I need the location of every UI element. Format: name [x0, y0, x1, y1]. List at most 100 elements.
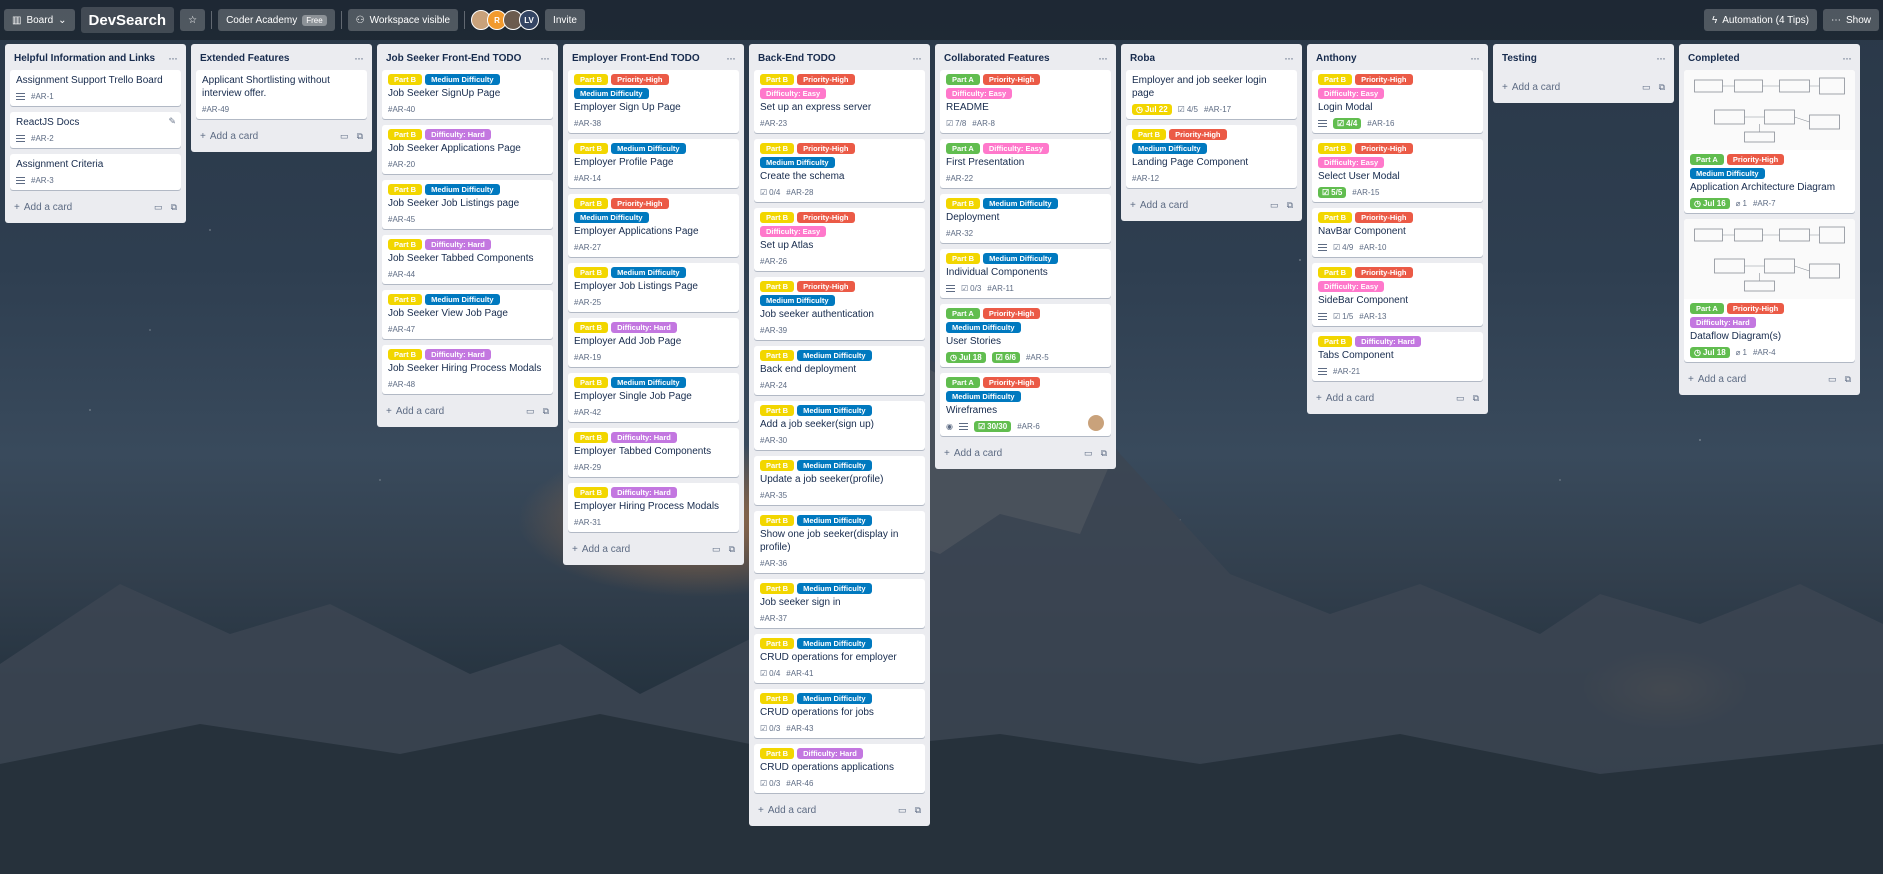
due-date-badge[interactable]: ◷ Jul 18	[1690, 346, 1730, 358]
list-menu-icon[interactable]: ···	[354, 51, 364, 65]
list-title[interactable]: Completed	[1688, 53, 1740, 64]
card-label[interactable]: Part B	[760, 748, 795, 759]
board-view-switcher[interactable]: ▥ Board ⌄	[4, 9, 75, 31]
card-label[interactable]: Difficulty: Hard	[611, 432, 677, 443]
card[interactable]: Part B Priority-High Medium Difficulty Land…	[1126, 125, 1297, 188]
due-date-badge[interactable]: ◷ Jul 16	[1690, 197, 1730, 209]
card-label[interactable]: Part A	[946, 143, 980, 154]
card-label[interactable]: Priority-High	[797, 281, 855, 292]
card-label[interactable]: Priority-High	[982, 74, 1041, 85]
card[interactable]: Part B Priority-High Medium Difficulty Empl…	[568, 194, 739, 257]
list-menu-icon[interactable]: ···	[1098, 51, 1108, 65]
workspace-button[interactable]: Coder Academy Free	[218, 9, 335, 31]
card[interactable]: Part B Priority-High Difficulty: Easy Selec…	[1312, 139, 1483, 202]
card[interactable]: Part B Medium Difficulty Update a job seek…	[754, 456, 925, 505]
card-label[interactable]: Part A	[946, 74, 980, 85]
card-label[interactable]: Medium Difficulty	[425, 294, 500, 305]
list-title[interactable]: Testing	[1502, 53, 1537, 64]
card-label[interactable]: Part B	[574, 74, 609, 85]
card[interactable]: Part A Priority-High Medium Difficulty Wire…	[940, 373, 1111, 436]
card-label[interactable]: Medium Difficulty	[797, 405, 872, 416]
card[interactable]: Part B Medium Difficulty CRUD operations f…	[754, 634, 925, 683]
card-label[interactable]: Difficulty: Hard	[1355, 336, 1421, 347]
card-label[interactable]: Medium Difficulty	[983, 253, 1058, 264]
card[interactable]: Part B Medium Difficulty Show one job seek…	[754, 511, 925, 573]
card-label[interactable]: Part B	[574, 487, 609, 498]
card-label[interactable]: Difficulty: Hard	[797, 748, 863, 759]
copy-icon[interactable]: ⧉	[543, 406, 549, 417]
card-label[interactable]: Difficulty: Hard	[425, 239, 491, 250]
list-menu-icon[interactable]: ···	[1842, 51, 1852, 65]
copy-icon[interactable]: ⧉	[171, 202, 177, 213]
list-title[interactable]: Anthony	[1316, 53, 1357, 64]
card-label[interactable]: Difficulty: Hard	[425, 129, 491, 140]
card-label[interactable]: Difficulty: Easy	[760, 226, 827, 237]
card-label[interactable]: Part B	[760, 693, 795, 704]
card[interactable]: Part A Priority-High Difficulty: Easy READM…	[940, 70, 1111, 133]
template-icon[interactable]: ▭	[712, 544, 721, 555]
card-label[interactable]: Part B	[946, 198, 981, 209]
card-label[interactable]: Part B	[388, 349, 423, 360]
card[interactable]: Part B Difficulty: Hard CRUD operations ap…	[754, 744, 925, 793]
card-label[interactable]: Medium Difficulty	[1132, 143, 1207, 154]
card-label[interactable]: Difficulty: Easy	[982, 143, 1049, 154]
list-menu-icon[interactable]: ···	[1284, 51, 1294, 65]
add-card-button[interactable]: + Add a card ▭ ⧉	[196, 125, 367, 147]
card-label[interactable]: Medium Difficulty	[574, 88, 649, 99]
card-label[interactable]: Part B	[760, 143, 795, 154]
card[interactable]: Part B Medium Difficulty Job Seeker View J…	[382, 290, 553, 339]
card-label[interactable]: Medium Difficulty	[611, 143, 686, 154]
template-icon[interactable]: ▭	[1828, 374, 1837, 385]
template-icon[interactable]: ▭	[1456, 393, 1465, 404]
card[interactable]: Part B Medium Difficulty Job Seeker SignUp…	[382, 70, 553, 119]
list-title[interactable]: Job Seeker Front-End TODO	[386, 53, 521, 64]
card[interactable]: Part A Difficulty: Easy First Presentation…	[940, 139, 1111, 188]
card-label[interactable]: Medium Difficulty	[797, 583, 872, 594]
card-label[interactable]: Difficulty: Easy	[1318, 88, 1385, 99]
card[interactable]: Part B Difficulty: Hard Employer Hiring Pr…	[568, 483, 739, 532]
card[interactable]: Part A Priority-High Difficulty: Hard Dataf…	[1684, 219, 1855, 362]
card-label[interactable]: Part B	[760, 350, 795, 361]
card-label[interactable]: Medium Difficulty	[797, 693, 872, 704]
card-label[interactable]: Difficulty: Hard	[611, 487, 677, 498]
card-label[interactable]: Part B	[1318, 336, 1353, 347]
card[interactable]: Part B Medium Difficulty Deployment #AR-32	[940, 194, 1111, 243]
card-label[interactable]: Difficulty: Easy	[946, 88, 1013, 99]
copy-icon[interactable]: ⧉	[1473, 393, 1479, 404]
card-label[interactable]: Medium Difficulty	[611, 377, 686, 388]
card-label[interactable]: Part B	[760, 583, 795, 594]
card[interactable]: Part B Priority-High Medium Difficulty Crea…	[754, 139, 925, 202]
automation-button[interactable]: ϟ Automation (4 Tips)	[1703, 9, 1817, 31]
card-label[interactable]: Part B	[388, 239, 423, 250]
card-label[interactable]: Medium Difficulty	[946, 322, 1021, 333]
card[interactable]: Part B Medium Difficulty Employer Single J…	[568, 373, 739, 422]
due-date-badge[interactable]: ◷ Jul 22	[1132, 103, 1172, 115]
card-label[interactable]: Medium Difficulty	[611, 267, 686, 278]
star-button[interactable]: ☆	[180, 9, 206, 31]
card-label[interactable]: Medium Difficulty	[1690, 168, 1765, 179]
card-label[interactable]: Part B	[574, 322, 609, 333]
card-label[interactable]: Part B	[760, 460, 795, 471]
add-card-button[interactable]: + Add a card ▭ ⧉	[1312, 387, 1483, 409]
invite-button[interactable]: Invite	[545, 9, 585, 31]
card[interactable]: Part B Difficulty: Hard Tabs Component #AR-…	[1312, 332, 1483, 381]
card-label[interactable]: Part B	[760, 212, 795, 223]
add-card-button[interactable]: + Add a card ▭ ⧉	[754, 799, 925, 821]
card[interactable]: Part B Priority-High NavBar Component ☑ 4/9 #…	[1312, 208, 1483, 257]
card-label[interactable]: Part B	[760, 515, 795, 526]
show-menu-button[interactable]: ⋯ Show	[1822, 9, 1879, 31]
card-label[interactable]: Priority-High	[982, 377, 1041, 388]
card-label[interactable]: Medium Difficulty	[425, 184, 500, 195]
card[interactable]: Part B Medium Difficulty CRUD operations f…	[754, 689, 925, 738]
add-card-button[interactable]: + Add a card ▭ ⧉	[1126, 194, 1297, 216]
card-label[interactable]: Priority-High	[797, 143, 855, 154]
card-label[interactable]: Difficulty: Hard	[611, 322, 677, 333]
card-label[interactable]: Medium Difficulty	[797, 638, 872, 649]
copy-icon[interactable]: ⧉	[357, 131, 363, 142]
member-avatar[interactable]: LV	[519, 10, 540, 30]
card-label[interactable]: Part B	[388, 74, 423, 85]
card-label[interactable]: Part B	[760, 74, 795, 85]
card-label[interactable]: Difficulty: Hard	[1690, 317, 1756, 328]
card-label[interactable]: Difficulty: Easy	[760, 88, 827, 99]
card-label[interactable]: Medium Difficulty	[983, 198, 1058, 209]
